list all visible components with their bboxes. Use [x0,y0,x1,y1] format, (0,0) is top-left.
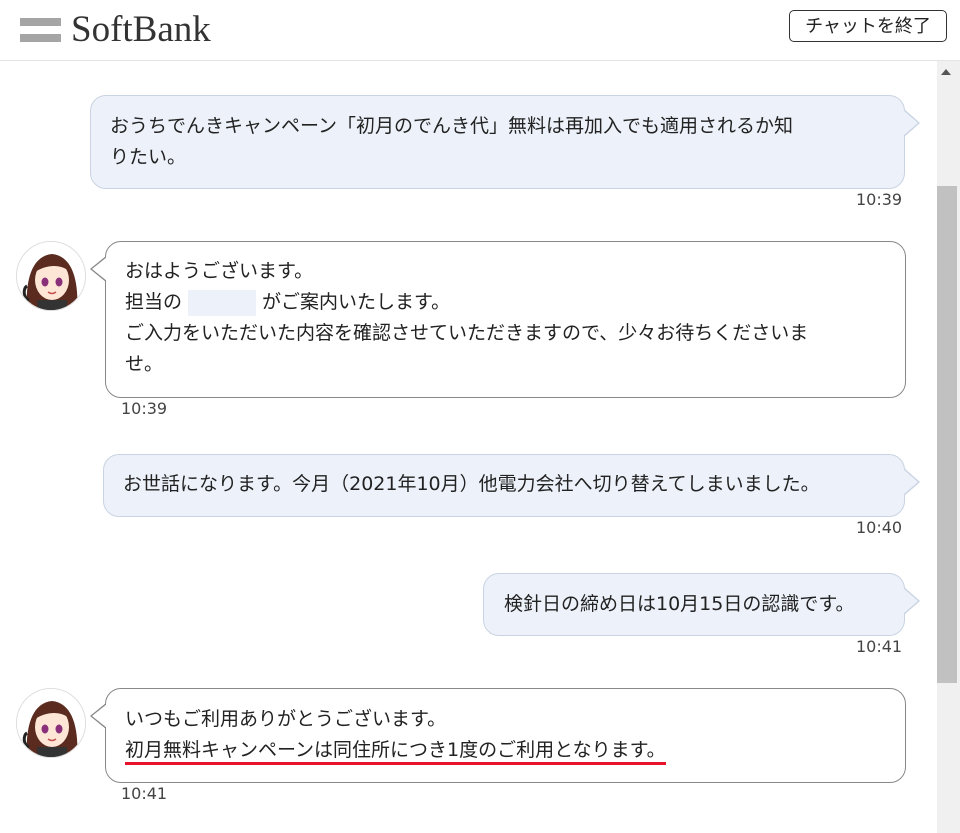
message-text-line: おはようございます。 [125,260,314,282]
message-text-line: りたい。 [110,146,187,168]
message-text-line: せ。 [125,353,164,375]
message-text-fragment: がご案内いたします。 [262,291,451,313]
operator-avatar-icon [17,689,85,757]
user-message: 検針日の締め日は10月15日の認識です。 [483,573,920,636]
end-chat-button[interactable]: チャットを終了 [789,10,947,42]
softbank-logo-icon [20,15,61,45]
operator-message: おはようございます。 担当の がご案内いたします。 ご入力をいただいた内容を確認さ… [90,241,906,398]
message-timestamp: 10:41 [856,637,903,656]
softbank-logo[interactable]: SoftBank [20,9,211,50]
message-text-line: ご入力をいただいた内容を確認させていただきますので、少々お待ちくださいま [125,322,809,344]
message-text-line: 初月無料キャンペーンは同住所につき1度のご利用となります。 [125,735,887,766]
message-timestamp: 10:39 [856,190,903,209]
operator-avatar [16,688,86,758]
operator-message: いつもご利用ありがとうございます。 初月無料キャンペーンは同住所につき1度のご利… [90,688,906,783]
highlighted-text: 初月無料キャンペーンは同住所につき1度のご利用となります。 [125,739,666,765]
user-message: おうちでんきキャンペーン「初月のでんき代」無料は再加入でも適用されるか知 りたい… [90,95,920,189]
operator-avatar [16,241,86,311]
operator-avatar-icon [17,242,85,310]
logo-text: SoftBank [71,9,211,50]
message-text-line: お世話になります。今月（2021年10月）他電力会社へ切り替えてしまいました。 [123,473,820,495]
message-text-line: 担当の がご案内いたします。 [125,287,887,318]
message-text-line: おうちでんきキャンペーン「初月のでんき代」無料は再加入でも適用されるか知 [110,115,794,137]
message-timestamp: 10:40 [856,518,903,537]
message-text-line: いつもご利用ありがとうございます。 [125,708,447,730]
scroll-thumb[interactable] [937,186,957,683]
redacted-name [188,289,257,316]
message-timestamp: 10:39 [121,399,168,418]
message-text-fragment: 担当の [125,291,183,313]
message-timestamp: 10:41 [121,784,168,803]
message-text-line: 検針日の締め日は10月15日の認識です。 [504,593,855,615]
header: SoftBank チャットを終了 [0,0,960,61]
user-message: お世話になります。今月（2021年10月）他電力会社へ切り替えてしまいました。 [103,454,920,517]
scroll-up-arrow-icon[interactable] [941,69,951,75]
scrollbar[interactable] [937,61,960,833]
